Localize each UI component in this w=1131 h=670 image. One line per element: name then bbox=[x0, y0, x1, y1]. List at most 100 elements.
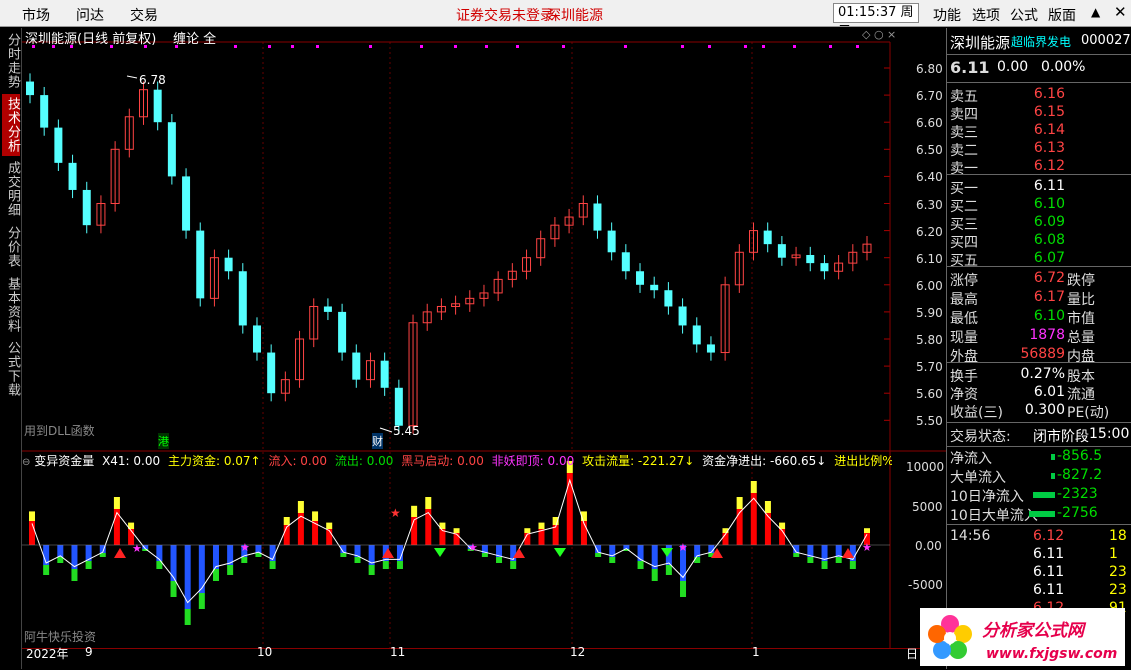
menu-options[interactable]: 选项 bbox=[972, 5, 1000, 25]
state-value: 闭市阶段 bbox=[1033, 429, 1089, 445]
last-price: 6.11 bbox=[950, 58, 990, 77]
buy-row[interactable]: 买二 6.10 bbox=[947, 196, 1131, 215]
mark-gang[interactable]: 港 bbox=[158, 433, 169, 449]
chart-area[interactable]: ★ ★ ★ ★ ★ ★ 深圳能源(日线 前复权) 缠论 全 ◇ ○ × 6.78 5.45… bbox=[22, 28, 946, 661]
menu-func[interactable]: 功能 bbox=[933, 5, 961, 25]
state-label: 交易状态: bbox=[950, 429, 1011, 445]
state-time: 15:00 bbox=[1089, 426, 1130, 442]
flow-row: 10日净流入 -2323 bbox=[947, 486, 1131, 505]
flow-bar-top bbox=[312, 511, 319, 521]
kline-chart[interactable]: ★ ★ ★ ★ ★ ★ bbox=[22, 28, 946, 648]
flow-bar-bottom bbox=[651, 569, 658, 581]
flow-label: 10日大单流入 bbox=[950, 508, 1038, 524]
flow-row: 10日大单流入 -2756 bbox=[947, 505, 1131, 524]
date-label: 12 bbox=[570, 645, 586, 659]
sell-price: 6.15 bbox=[1033, 104, 1065, 120]
tab-chengjiao[interactable]: 成交明细 bbox=[2, 158, 20, 220]
buy-row[interactable]: 买四 6.08 bbox=[947, 232, 1131, 251]
signal-triangle bbox=[114, 548, 126, 558]
stat-value: 56889 bbox=[1020, 346, 1065, 362]
date-axis: 2022年 9 10 11 12 1 日 bbox=[22, 645, 946, 670]
up-arrow-icon[interactable]: ▲ bbox=[1091, 5, 1100, 19]
tab-gongshi[interactable]: 公式下载 bbox=[2, 338, 20, 400]
flow-bar-top bbox=[524, 528, 531, 533]
candle-body bbox=[380, 360, 389, 388]
star-marker: ★ bbox=[240, 541, 250, 554]
tab-jishu[interactable]: 技术分析 bbox=[2, 94, 20, 156]
flow-bar-top bbox=[297, 501, 304, 513]
signal-dot bbox=[268, 45, 271, 48]
flow-bar-top bbox=[764, 501, 771, 513]
sell-row[interactable]: 卖四 6.15 bbox=[947, 104, 1131, 123]
stock-tag[interactable]: 超临界发电 bbox=[1011, 33, 1071, 50]
flow-bar-bottom bbox=[595, 553, 602, 557]
flow-bar-neg bbox=[212, 545, 219, 569]
mark-cai[interactable]: 财 bbox=[372, 433, 383, 449]
collapse-icon[interactable]: ⊖ bbox=[22, 457, 30, 468]
candle-body bbox=[692, 325, 701, 345]
ind-feiyao: 非妖即顶: 0.00 bbox=[491, 454, 575, 468]
sell-price: 6.14 bbox=[1033, 122, 1065, 138]
sell-row[interactable]: 卖五 6.16 bbox=[947, 86, 1131, 105]
signal-dot bbox=[708, 45, 711, 48]
tick-row: 14:56 6.12 18 bbox=[947, 528, 1131, 546]
ind-liuru: 流入: 0.00 bbox=[268, 454, 328, 468]
stat-value: 6.72 bbox=[1033, 270, 1065, 286]
buy-row[interactable]: 买三 6.09 bbox=[947, 214, 1131, 233]
flow-tick: -5000 bbox=[908, 578, 943, 592]
flow-bar-top bbox=[283, 517, 290, 525]
login-notice[interactable]: 证券交易未登录 bbox=[456, 5, 554, 25]
flow-label: 大单流入 bbox=[950, 470, 1006, 486]
left-tabs: 分时走势 技术分析 成交明细 分价表 基本资料 公式下载 bbox=[0, 28, 22, 669]
stock-notice[interactable]: 深圳能源 bbox=[547, 5, 603, 25]
tab-fenjia[interactable]: 分价表 bbox=[2, 222, 20, 272]
menu-wenda[interactable]: 问达 bbox=[76, 5, 104, 25]
tick-row: 6.11 23 bbox=[947, 582, 1131, 600]
price-tick: 5.60 bbox=[916, 387, 943, 402]
diamond-icon[interactable]: ◇ ○ × bbox=[862, 28, 896, 41]
tick-vol: 23 bbox=[1109, 564, 1127, 580]
menu-formula[interactable]: 公式 bbox=[1010, 5, 1038, 25]
buy-row[interactable]: 买一 6.11 bbox=[947, 178, 1131, 197]
flow-bar-top bbox=[326, 522, 333, 529]
candle-body bbox=[777, 244, 786, 258]
chanlun-label[interactable]: 缠论 全 bbox=[173, 28, 216, 47]
candle-body bbox=[650, 284, 659, 291]
flow-bar-bottom bbox=[368, 565, 375, 575]
tab-fenshi[interactable]: 分时走势 bbox=[2, 30, 20, 92]
indicator-header: ⊖ 变异资金量 X41: 0.00 主力资金: 0.07↑ 流入: 0.00 流… bbox=[22, 452, 892, 469]
signal-dot bbox=[485, 45, 488, 48]
stat2-value: 0.300 bbox=[1024, 402, 1065, 418]
flow-value: -2323 bbox=[1057, 486, 1098, 502]
flow-bar-top bbox=[538, 522, 545, 529]
flow-bar-bottom bbox=[382, 561, 389, 569]
flow-bar-bottom bbox=[694, 557, 701, 563]
flow-bar-bottom bbox=[340, 553, 347, 557]
signal-dot bbox=[793, 45, 796, 48]
menu-layout[interactable]: 版面 bbox=[1048, 5, 1076, 25]
flow-bar-neg bbox=[156, 545, 163, 561]
ind-x41: X41: 0.00 bbox=[102, 454, 161, 468]
stat-value: 6.17 bbox=[1033, 289, 1065, 305]
signal-dot bbox=[762, 45, 765, 48]
sell-row[interactable]: 卖二 6.13 bbox=[947, 140, 1131, 159]
flow-bar-bottom bbox=[807, 557, 814, 563]
candle-body bbox=[621, 252, 630, 272]
star-marker: ★ bbox=[862, 541, 872, 554]
indicator-name[interactable]: 变异资金量 bbox=[34, 454, 94, 468]
buy-price: 6.10 bbox=[1033, 196, 1065, 212]
flow-bar-neg bbox=[835, 545, 842, 557]
candle-body bbox=[607, 230, 616, 253]
ind-liuchu: 流出: 0.00 bbox=[334, 454, 394, 468]
price-tick: 5.80 bbox=[916, 333, 943, 347]
price-tick: 5.90 bbox=[916, 305, 943, 320]
buy-price: 6.11 bbox=[1033, 178, 1065, 194]
candle-body bbox=[40, 95, 49, 128]
tab-jiben[interactable]: 基本资料 bbox=[2, 274, 20, 336]
star-marker: ★ bbox=[468, 541, 478, 554]
menu-trade[interactable]: 交易 bbox=[130, 5, 158, 25]
sell-row[interactable]: 卖三 6.14 bbox=[947, 122, 1131, 141]
menu-market[interactable]: 市场 bbox=[22, 5, 50, 25]
sell-price: 6.12 bbox=[1033, 158, 1065, 174]
close-icon[interactable]: ✕ bbox=[1114, 3, 1127, 21]
